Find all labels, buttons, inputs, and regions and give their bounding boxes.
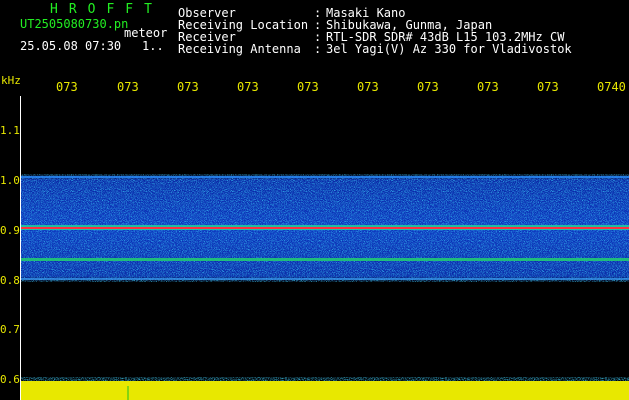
y-tick: 1.0 (0, 174, 20, 187)
event-count: 1.. (142, 39, 164, 53)
x-tick: 073 (177, 80, 199, 94)
antenna-colon: : (314, 42, 322, 56)
carrier-line (21, 227, 629, 229)
x-tick: 073 (357, 80, 379, 94)
date-time: 25.05.08 07:30 (20, 39, 122, 53)
y-tick: 1.1 (0, 124, 20, 137)
x-tick: 0740 (597, 80, 626, 94)
x-tick: 073 (117, 80, 139, 94)
app-brand: HROFFT (50, 2, 163, 17)
strip-jagged-top (21, 377, 629, 381)
antenna-value: 3el Yagi(V) Az 330 for Vladivostok (326, 42, 572, 56)
y-tick: 0.7 (0, 323, 20, 336)
band-bottom-edge (21, 278, 629, 280)
y-tick: 0.8 (0, 274, 20, 287)
y-axis-unit: kHz (1, 74, 21, 87)
x-tick: 073 (477, 80, 499, 94)
secondary-line (21, 258, 629, 261)
spectrogram (20, 96, 629, 400)
x-tick: 073 (297, 80, 319, 94)
y-tick: 0.6 (0, 373, 20, 386)
signal-strength-strip (21, 381, 629, 400)
file-name: UT2505080730.pn (20, 17, 129, 31)
hrofft-window: HROFFT UT2505080730.pn meteor 25.05.08 0… (0, 0, 629, 400)
x-tick: 073 (417, 80, 439, 94)
antenna-label: Receiving Antenna (178, 42, 301, 56)
x-tick: 073 (237, 80, 259, 94)
x-tick: 073 (56, 80, 78, 94)
y-tick: 0.9 (0, 224, 20, 237)
mode-label: meteor (124, 26, 168, 40)
band-top-edge (21, 176, 629, 178)
x-tick: 073 (537, 80, 559, 94)
